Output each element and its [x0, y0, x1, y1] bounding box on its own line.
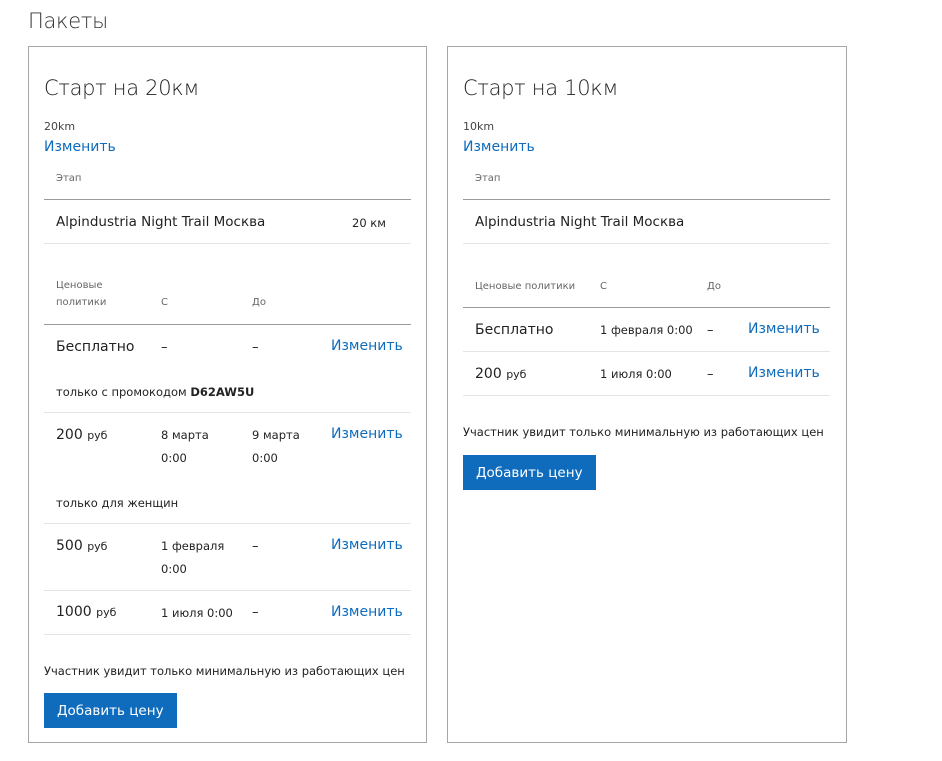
price-amount: Бесплатно — [56, 339, 135, 355]
edit-price-link[interactable]: Изменить — [331, 537, 403, 553]
price-condition: только с промокодом D62AW5U — [56, 385, 255, 399]
edit-price-link[interactable]: Изменить — [331, 426, 403, 442]
package-card-20km: Старт на 20км 20km Изменить Этап Alpindu… — [28, 46, 427, 743]
edit-price-link[interactable]: Изменить — [748, 365, 820, 381]
price-amount: 200 руб — [475, 366, 527, 382]
price-to-date: – — [707, 367, 714, 382]
table-divider — [44, 199, 411, 200]
min-price-note: Участник увидит только минимальную из ра… — [44, 664, 405, 678]
price-from-date: 1 февраля 0:00 — [600, 323, 693, 337]
stage-column-header: Этап — [475, 173, 501, 184]
package-subtitle: 20km — [44, 120, 76, 133]
price-from-date: 1 июля 0:00 — [600, 367, 672, 381]
price-to-date: – — [252, 605, 259, 620]
row-divider — [463, 395, 830, 396]
edit-price-link[interactable]: Изменить — [331, 338, 403, 354]
price-to-date: 9 марта 0:00 — [252, 428, 300, 465]
edit-package-link[interactable]: Изменить — [44, 139, 116, 155]
stage-name: Alpindustria Night Trail Москва — [475, 214, 685, 230]
edit-price-link[interactable]: Изменить — [748, 321, 820, 337]
price-from-date: 1 февраля 0:00 — [161, 539, 225, 576]
price-from-column-header: С — [161, 297, 168, 308]
price-from-column-header: С — [600, 281, 607, 292]
promo-code: D62AW5U — [190, 385, 255, 399]
price-to-column-header: До — [707, 281, 721, 292]
add-price-button[interactable]: Добавить цену — [44, 693, 177, 728]
edit-package-link[interactable]: Изменить — [463, 139, 535, 155]
price-amount: 1000 руб — [56, 604, 117, 620]
table-divider — [463, 199, 830, 200]
package-subtitle: 10km — [463, 120, 495, 133]
price-policy-column-header: Ценовые политики — [56, 280, 107, 308]
price-amount: 500 руб — [56, 538, 108, 554]
price-condition: только для женщин — [56, 496, 179, 510]
price-to-date: – — [252, 340, 259, 355]
row-divider — [44, 634, 411, 635]
row-divider — [44, 412, 411, 413]
table-divider — [44, 324, 411, 325]
add-price-button[interactable]: Добавить цену — [463, 455, 596, 490]
stage-column-header: Этап — [56, 173, 82, 184]
min-price-note: Участник увидит только минимальную из ра… — [463, 425, 824, 439]
row-divider — [463, 351, 830, 352]
price-from-date: 8 марта 0:00 — [161, 428, 209, 465]
page-title: Пакеты — [28, 9, 108, 33]
price-to-column-header: До — [252, 297, 266, 308]
price-amount: 200 руб — [56, 427, 108, 443]
row-divider — [44, 243, 411, 244]
price-from-date: 1 июля 0:00 — [161, 606, 233, 620]
stage-name: Alpindustria Night Trail Москва — [56, 214, 266, 230]
price-amount: Бесплатно — [475, 322, 554, 338]
price-from-date: – — [161, 340, 168, 355]
row-divider — [44, 590, 411, 591]
row-divider — [463, 243, 830, 244]
package-title: Старт на 20км — [44, 76, 199, 100]
edit-price-link[interactable]: Изменить — [331, 604, 403, 620]
price-to-date: – — [252, 539, 259, 554]
table-divider — [463, 307, 830, 308]
stage-distance: 20 км — [352, 216, 386, 230]
package-title: Старт на 10км — [463, 76, 618, 100]
row-divider — [44, 523, 411, 524]
price-to-date: – — [707, 323, 714, 338]
price-policy-column-header: Ценовые политики — [475, 281, 576, 292]
package-card-10km: Старт на 10км 10km Изменить Этап Alpindu… — [447, 46, 847, 743]
